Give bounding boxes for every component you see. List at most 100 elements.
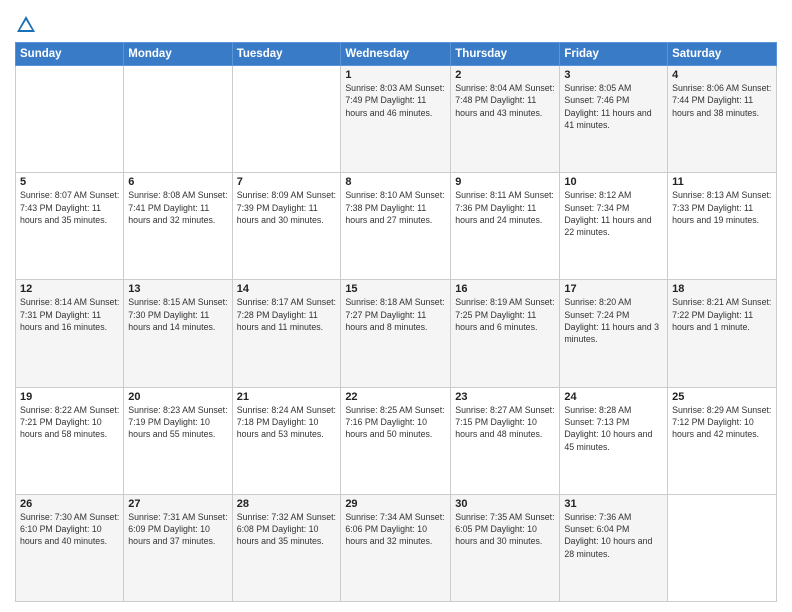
calendar-day-cell: 19Sunrise: 8:22 AM Sunset: 7:21 PM Dayli… bbox=[16, 387, 124, 494]
calendar-week-row: 19Sunrise: 8:22 AM Sunset: 7:21 PM Dayli… bbox=[16, 387, 777, 494]
day-number: 3 bbox=[564, 69, 663, 81]
day-number: 5 bbox=[20, 176, 119, 188]
calendar-day-cell: 28Sunrise: 7:32 AM Sunset: 6:08 PM Dayli… bbox=[232, 494, 341, 601]
day-info: Sunrise: 8:20 AM Sunset: 7:24 PM Dayligh… bbox=[564, 296, 663, 345]
header bbox=[15, 10, 777, 36]
day-info: Sunrise: 8:29 AM Sunset: 7:12 PM Dayligh… bbox=[672, 404, 772, 441]
calendar-day-cell: 4Sunrise: 8:06 AM Sunset: 7:44 PM Daylig… bbox=[668, 66, 777, 173]
calendar-week-row: 26Sunrise: 7:30 AM Sunset: 6:10 PM Dayli… bbox=[16, 494, 777, 601]
day-number: 29 bbox=[345, 498, 446, 510]
calendar-day-cell: 7Sunrise: 8:09 AM Sunset: 7:39 PM Daylig… bbox=[232, 173, 341, 280]
logo bbox=[15, 14, 41, 36]
calendar-day-cell: 9Sunrise: 8:11 AM Sunset: 7:36 PM Daylig… bbox=[451, 173, 560, 280]
calendar-day-cell: 1Sunrise: 8:03 AM Sunset: 7:49 PM Daylig… bbox=[341, 66, 451, 173]
day-number: 1 bbox=[345, 69, 446, 81]
day-number: 14 bbox=[237, 283, 337, 295]
calendar-day-cell bbox=[232, 66, 341, 173]
calendar-week-row: 5Sunrise: 8:07 AM Sunset: 7:43 PM Daylig… bbox=[16, 173, 777, 280]
calendar-day-cell: 23Sunrise: 8:27 AM Sunset: 7:15 PM Dayli… bbox=[451, 387, 560, 494]
day-info: Sunrise: 8:13 AM Sunset: 7:33 PM Dayligh… bbox=[672, 189, 772, 226]
day-number: 15 bbox=[345, 283, 446, 295]
day-number: 27 bbox=[128, 498, 227, 510]
day-number: 18 bbox=[672, 283, 772, 295]
day-info: Sunrise: 8:23 AM Sunset: 7:19 PM Dayligh… bbox=[128, 404, 227, 441]
day-number: 9 bbox=[455, 176, 555, 188]
calendar-table: SundayMondayTuesdayWednesdayThursdayFrid… bbox=[15, 42, 777, 602]
calendar-day-cell: 3Sunrise: 8:05 AM Sunset: 7:46 PM Daylig… bbox=[560, 66, 668, 173]
calendar-week-row: 1Sunrise: 8:03 AM Sunset: 7:49 PM Daylig… bbox=[16, 66, 777, 173]
calendar-day-cell: 12Sunrise: 8:14 AM Sunset: 7:31 PM Dayli… bbox=[16, 280, 124, 387]
day-info: Sunrise: 8:28 AM Sunset: 7:13 PM Dayligh… bbox=[564, 404, 663, 453]
day-info: Sunrise: 8:08 AM Sunset: 7:41 PM Dayligh… bbox=[128, 189, 227, 226]
day-number: 13 bbox=[128, 283, 227, 295]
calendar-day-cell: 13Sunrise: 8:15 AM Sunset: 7:30 PM Dayli… bbox=[124, 280, 232, 387]
day-number: 17 bbox=[564, 283, 663, 295]
day-number: 7 bbox=[237, 176, 337, 188]
calendar-day-cell: 18Sunrise: 8:21 AM Sunset: 7:22 PM Dayli… bbox=[668, 280, 777, 387]
calendar-day-cell bbox=[124, 66, 232, 173]
weekday-header: Wednesday bbox=[341, 43, 451, 66]
page: SundayMondayTuesdayWednesdayThursdayFrid… bbox=[0, 0, 792, 612]
day-info: Sunrise: 8:10 AM Sunset: 7:38 PM Dayligh… bbox=[345, 189, 446, 226]
day-info: Sunrise: 7:36 AM Sunset: 6:04 PM Dayligh… bbox=[564, 511, 663, 560]
day-info: Sunrise: 8:17 AM Sunset: 7:28 PM Dayligh… bbox=[237, 296, 337, 333]
calendar-day-cell: 16Sunrise: 8:19 AM Sunset: 7:25 PM Dayli… bbox=[451, 280, 560, 387]
calendar-header: SundayMondayTuesdayWednesdayThursdayFrid… bbox=[16, 43, 777, 66]
day-info: Sunrise: 7:31 AM Sunset: 6:09 PM Dayligh… bbox=[128, 511, 227, 548]
day-info: Sunrise: 8:05 AM Sunset: 7:46 PM Dayligh… bbox=[564, 82, 663, 131]
day-number: 11 bbox=[672, 176, 772, 188]
day-number: 26 bbox=[20, 498, 119, 510]
day-info: Sunrise: 7:35 AM Sunset: 6:05 PM Dayligh… bbox=[455, 511, 555, 548]
day-number: 4 bbox=[672, 69, 772, 81]
calendar-day-cell: 25Sunrise: 8:29 AM Sunset: 7:12 PM Dayli… bbox=[668, 387, 777, 494]
day-info: Sunrise: 8:04 AM Sunset: 7:48 PM Dayligh… bbox=[455, 82, 555, 119]
day-number: 22 bbox=[345, 391, 446, 403]
day-info: Sunrise: 8:14 AM Sunset: 7:31 PM Dayligh… bbox=[20, 296, 119, 333]
day-info: Sunrise: 8:27 AM Sunset: 7:15 PM Dayligh… bbox=[455, 404, 555, 441]
logo-icon bbox=[15, 14, 37, 36]
day-info: Sunrise: 8:12 AM Sunset: 7:34 PM Dayligh… bbox=[564, 189, 663, 238]
day-info: Sunrise: 8:24 AM Sunset: 7:18 PM Dayligh… bbox=[237, 404, 337, 441]
calendar-day-cell: 10Sunrise: 8:12 AM Sunset: 7:34 PM Dayli… bbox=[560, 173, 668, 280]
day-info: Sunrise: 8:09 AM Sunset: 7:39 PM Dayligh… bbox=[237, 189, 337, 226]
calendar-day-cell: 5Sunrise: 8:07 AM Sunset: 7:43 PM Daylig… bbox=[16, 173, 124, 280]
calendar-day-cell: 6Sunrise: 8:08 AM Sunset: 7:41 PM Daylig… bbox=[124, 173, 232, 280]
weekday-header: Friday bbox=[560, 43, 668, 66]
day-info: Sunrise: 8:07 AM Sunset: 7:43 PM Dayligh… bbox=[20, 189, 119, 226]
calendar-day-cell bbox=[16, 66, 124, 173]
day-info: Sunrise: 8:06 AM Sunset: 7:44 PM Dayligh… bbox=[672, 82, 772, 119]
day-number: 21 bbox=[237, 391, 337, 403]
calendar-day-cell: 21Sunrise: 8:24 AM Sunset: 7:18 PM Dayli… bbox=[232, 387, 341, 494]
day-info: Sunrise: 8:03 AM Sunset: 7:49 PM Dayligh… bbox=[345, 82, 446, 119]
calendar-day-cell: 14Sunrise: 8:17 AM Sunset: 7:28 PM Dayli… bbox=[232, 280, 341, 387]
day-number: 20 bbox=[128, 391, 227, 403]
day-number: 23 bbox=[455, 391, 555, 403]
weekday-header: Saturday bbox=[668, 43, 777, 66]
day-info: Sunrise: 7:30 AM Sunset: 6:10 PM Dayligh… bbox=[20, 511, 119, 548]
day-number: 8 bbox=[345, 176, 446, 188]
day-number: 12 bbox=[20, 283, 119, 295]
calendar-day-cell: 2Sunrise: 8:04 AM Sunset: 7:48 PM Daylig… bbox=[451, 66, 560, 173]
calendar-day-cell: 15Sunrise: 8:18 AM Sunset: 7:27 PM Dayli… bbox=[341, 280, 451, 387]
calendar-day-cell: 17Sunrise: 8:20 AM Sunset: 7:24 PM Dayli… bbox=[560, 280, 668, 387]
calendar-day-cell: 20Sunrise: 8:23 AM Sunset: 7:19 PM Dayli… bbox=[124, 387, 232, 494]
day-number: 10 bbox=[564, 176, 663, 188]
calendar-day-cell: 24Sunrise: 8:28 AM Sunset: 7:13 PM Dayli… bbox=[560, 387, 668, 494]
day-info: Sunrise: 7:32 AM Sunset: 6:08 PM Dayligh… bbox=[237, 511, 337, 548]
day-info: Sunrise: 8:11 AM Sunset: 7:36 PM Dayligh… bbox=[455, 189, 555, 226]
day-info: Sunrise: 8:18 AM Sunset: 7:27 PM Dayligh… bbox=[345, 296, 446, 333]
weekday-header: Monday bbox=[124, 43, 232, 66]
day-info: Sunrise: 8:25 AM Sunset: 7:16 PM Dayligh… bbox=[345, 404, 446, 441]
day-info: Sunrise: 8:22 AM Sunset: 7:21 PM Dayligh… bbox=[20, 404, 119, 441]
day-info: Sunrise: 7:34 AM Sunset: 6:06 PM Dayligh… bbox=[345, 511, 446, 548]
calendar-week-row: 12Sunrise: 8:14 AM Sunset: 7:31 PM Dayli… bbox=[16, 280, 777, 387]
calendar-day-cell: 22Sunrise: 8:25 AM Sunset: 7:16 PM Dayli… bbox=[341, 387, 451, 494]
calendar-day-cell: 8Sunrise: 8:10 AM Sunset: 7:38 PM Daylig… bbox=[341, 173, 451, 280]
calendar-day-cell bbox=[668, 494, 777, 601]
weekday-header: Sunday bbox=[16, 43, 124, 66]
day-number: 28 bbox=[237, 498, 337, 510]
day-info: Sunrise: 8:19 AM Sunset: 7:25 PM Dayligh… bbox=[455, 296, 555, 333]
day-number: 24 bbox=[564, 391, 663, 403]
calendar-day-cell: 29Sunrise: 7:34 AM Sunset: 6:06 PM Dayli… bbox=[341, 494, 451, 601]
weekday-row: SundayMondayTuesdayWednesdayThursdayFrid… bbox=[16, 43, 777, 66]
